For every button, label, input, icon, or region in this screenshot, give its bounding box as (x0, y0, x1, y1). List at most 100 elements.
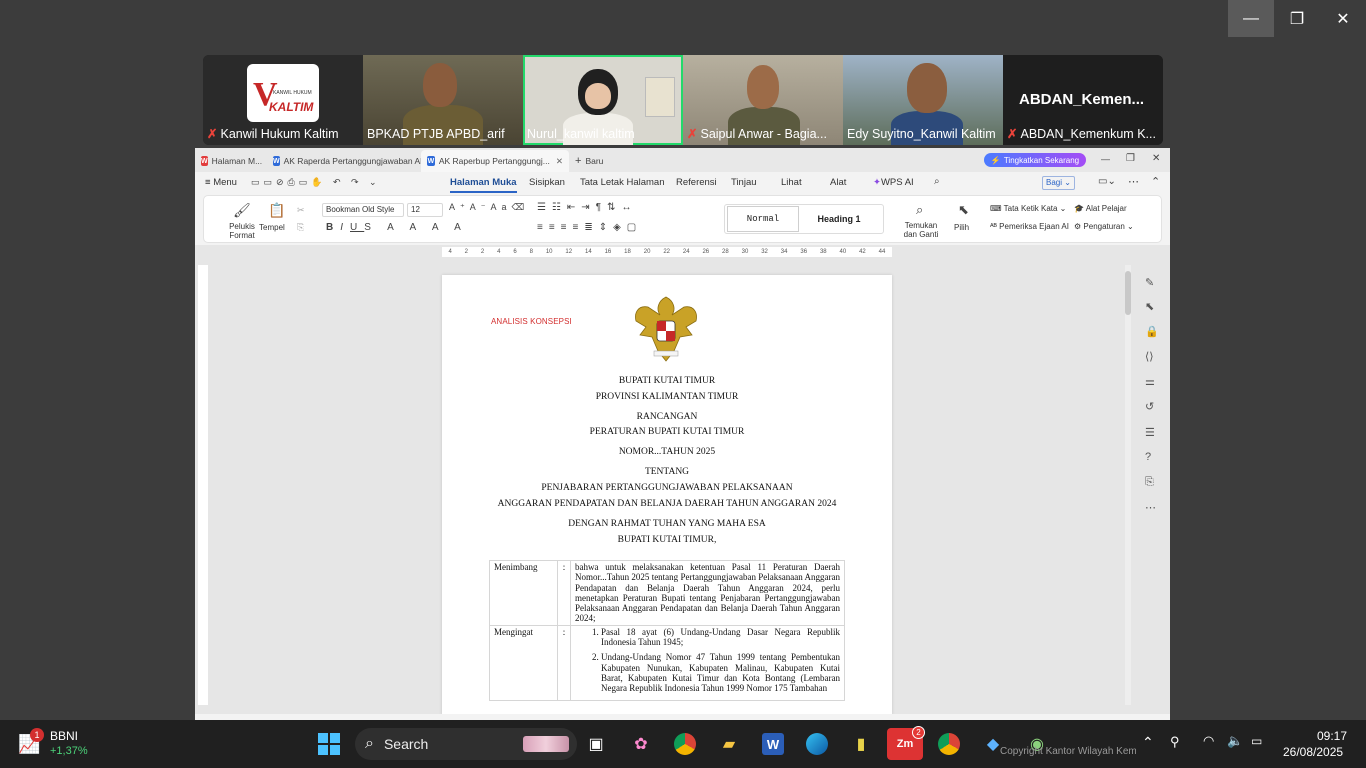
participant-tile-active-speaker[interactable]: Nurul_kanwil kaltim (523, 55, 683, 145)
search-icon[interactable]: ⌕ (934, 176, 940, 187)
restore-icon[interactable]: ❐ (1126, 153, 1135, 164)
notepad-icon[interactable]: ▮ (845, 728, 877, 760)
history-icon[interactable]: ↺ (1145, 400, 1154, 413)
paste-label[interactable]: Tempel (259, 223, 285, 232)
style-normal[interactable]: Normal (727, 206, 799, 232)
close-tab-icon[interactable]: ✕ (556, 156, 563, 167)
participant-tile[interactable]: Edy Suyitno_Kanwil Kaltim (843, 55, 1003, 145)
participant-tile[interactable]: BPKAD PTJB APBD_arif (363, 55, 523, 145)
font-style-icons[interactable]: BIUS A A A A (326, 222, 468, 233)
find-replace-label[interactable]: Temukan dan Ganti (897, 221, 945, 239)
font-name-select[interactable]: Bookman Old Style (322, 203, 404, 217)
format-painter-icon[interactable]: 🖌 (233, 202, 251, 219)
minimize-icon[interactable]: — (1101, 154, 1110, 164)
comment-icon[interactable]: ▭⌄ (1098, 176, 1116, 187)
vertical-ruler[interactable] (198, 265, 208, 705)
cut-copy-icons[interactable]: ✂ ⎘ (297, 202, 305, 236)
task-view-icon[interactable]: ▣ (580, 728, 612, 760)
start-button[interactable] (313, 728, 345, 760)
tab-tata-letak[interactable]: Tata Letak Halaman (580, 177, 665, 188)
find-icon[interactable]: ⌕ (916, 202, 923, 218)
list-icons[interactable]: ☰☷⇤⇥¶⇅↔ (537, 202, 637, 213)
ai-spell-check[interactable]: ᴬᴮ Pemeriksa Ejaan AI (990, 222, 1069, 231)
paste-icon[interactable]: 📋 (268, 202, 285, 219)
document-page[interactable]: ANALISIS KONSEPSI BUPATI KUTAI TIMUR PRO… (442, 275, 892, 714)
typing-tool[interactable]: ⌨ Tata Ketik Kata ⌄ (990, 204, 1066, 213)
participant-name: Edy Suyitno_Kanwil Kaltim (847, 127, 996, 141)
minimize-button[interactable]: — (1228, 0, 1274, 37)
wifi-icon[interactable]: ◠ (1203, 733, 1214, 749)
code-icon[interactable]: ⟨⟩ (1145, 350, 1154, 363)
stock-widget[interactable]: 📈 1 BBNI +1,37% (18, 728, 108, 760)
participant-tile[interactable]: V KANWIL HUKUM KALTIM ✗ Kanwil Hukum Kalt… (203, 55, 363, 145)
align-icons[interactable]: ≡≡≡≡≣⇕◈▢ (537, 222, 642, 233)
ruler-tick: 24 (682, 249, 690, 255)
tab-home[interactable]: W Halaman M... (195, 150, 267, 172)
pointer-icon[interactable]: ⬉ (1145, 300, 1154, 313)
help-icon[interactable]: ? (1145, 451, 1151, 463)
format-painter-label[interactable]: Pelukis Format (226, 222, 258, 240)
new-tab-button[interactable]: + Baru (569, 150, 619, 172)
quick-access-icons[interactable]: ▭▭⊘⎙▭✋ ↶ ↷ ⌄ (251, 177, 381, 188)
mic-muted-icon: ✗ (207, 127, 218, 141)
clock-date[interactable]: 26/08/2025 (1283, 745, 1343, 759)
lock-icon[interactable]: 🔒 (1145, 325, 1159, 338)
tab-alat[interactable]: Alat (830, 177, 846, 188)
tab-wps-ai[interactable]: ✦WPS AI (873, 177, 914, 188)
kanwil-logo: V KANWIL HUKUM KALTIM (247, 64, 319, 122)
outline-icon[interactable]: ☰ (1145, 426, 1155, 439)
select-label[interactable]: Pilih (954, 223, 969, 232)
font-size-select[interactable]: 12 (407, 203, 443, 217)
select-icon[interactable]: ⬉ (958, 202, 969, 218)
ruler-tick: 32 (761, 249, 768, 255)
volume-icon[interactable]: 🔈 (1227, 733, 1243, 749)
document-workspace[interactable]: 4 2 2 4 6 8 10 12 14 16 18 20 22 24 26 28 30 32 34 36 38 40 42… (195, 245, 1170, 714)
font-grow-shrink-icons[interactable]: A⁺A⁻Aa⌫ (449, 202, 529, 213)
share-button[interactable]: Bagi ⌄ (1042, 176, 1075, 190)
spell-icon: ᴬᴮ (990, 222, 1000, 231)
settings-tool[interactable]: ⚙ Pengaturan ⌄ (1074, 222, 1134, 231)
more-icon[interactable]: ⋯ (1128, 175, 1139, 188)
close-icon[interactable]: ✕ (1152, 153, 1160, 164)
edit-icon[interactable]: ✎ (1145, 276, 1154, 289)
zoom-icon[interactable]: Zm 2 (887, 726, 925, 760)
tray-chevron-icon[interactable]: ⌃ (1142, 734, 1154, 751)
ruler-tick: 4 (497, 249, 501, 255)
tab-document-active[interactable]: W AK Raperbup Pertanggungj... ✕ (421, 150, 569, 172)
tab-sisipkan[interactable]: Sisipkan (529, 177, 565, 188)
more-tools-icon[interactable]: ⋯ (1145, 501, 1156, 514)
copy-icon[interactable]: ⎘ (1145, 476, 1154, 489)
tab-tinjau[interactable]: Tinjau (731, 177, 757, 188)
study-tool[interactable]: 🎓 Alat Pelajar (1074, 204, 1127, 213)
taskbar-search[interactable]: ⌕ Search (355, 728, 577, 760)
participant-tile[interactable]: ABDAN_Kemen... ✗ ABDAN_Kemenkum K... (1003, 55, 1163, 145)
tab-referensi[interactable]: Referensi (676, 177, 717, 188)
word-icon[interactable]: W (757, 728, 789, 760)
file-explorer-icon[interactable]: ▰ (713, 728, 745, 760)
tab-document[interactable]: W AK Raperda Pertanggungjawaban AF (267, 150, 421, 172)
horizontal-ruler[interactable]: 4 2 2 4 6 8 10 12 14 16 18 20 22 24 26 28 30 32 34 36 38 40 42… (442, 247, 892, 257)
doc-icon: W (273, 156, 280, 166)
clock-time[interactable]: 09:17 (1317, 729, 1347, 743)
chrome-profile-icon[interactable] (933, 728, 965, 760)
style-heading-1[interactable]: Heading 1 (803, 206, 875, 232)
doc-line: RANCANGAN (636, 412, 698, 422)
copilot-icon[interactable]: ✿ (625, 728, 657, 760)
chrome-icon[interactable] (669, 728, 701, 760)
collapse-ribbon-icon[interactable]: ⌃ (1151, 175, 1160, 188)
menu-button[interactable]: ≡ Menu (205, 177, 237, 188)
watermark-text: Copyright Kantor Wilayah Kementerian Huk… (1000, 746, 1136, 757)
upgrade-button[interactable]: ⚡ Tingkatkan Sekarang (984, 153, 1086, 167)
edge-icon[interactable] (801, 728, 833, 760)
tab-lihat[interactable]: Lihat (781, 177, 802, 188)
tab-halaman-muka[interactable]: Halaman Muka (450, 177, 517, 193)
participant-name: ABDAN_Kemenkum K... (1020, 127, 1156, 141)
doc-line: PROVINSI KALIMANTAN TIMUR (595, 392, 739, 402)
vertical-scrollbar[interactable] (1125, 265, 1131, 705)
battery-icon[interactable]: ▭ (1251, 734, 1262, 748)
restore-button[interactable]: ❐ (1274, 0, 1320, 37)
close-button[interactable]: ✕ (1320, 0, 1366, 37)
network-status-icon[interactable]: ⚲ (1170, 734, 1180, 750)
sliders-icon[interactable]: ⚌ (1145, 375, 1155, 388)
participant-tile[interactable]: ✗ Saipul Anwar - Bagia... (683, 55, 843, 145)
